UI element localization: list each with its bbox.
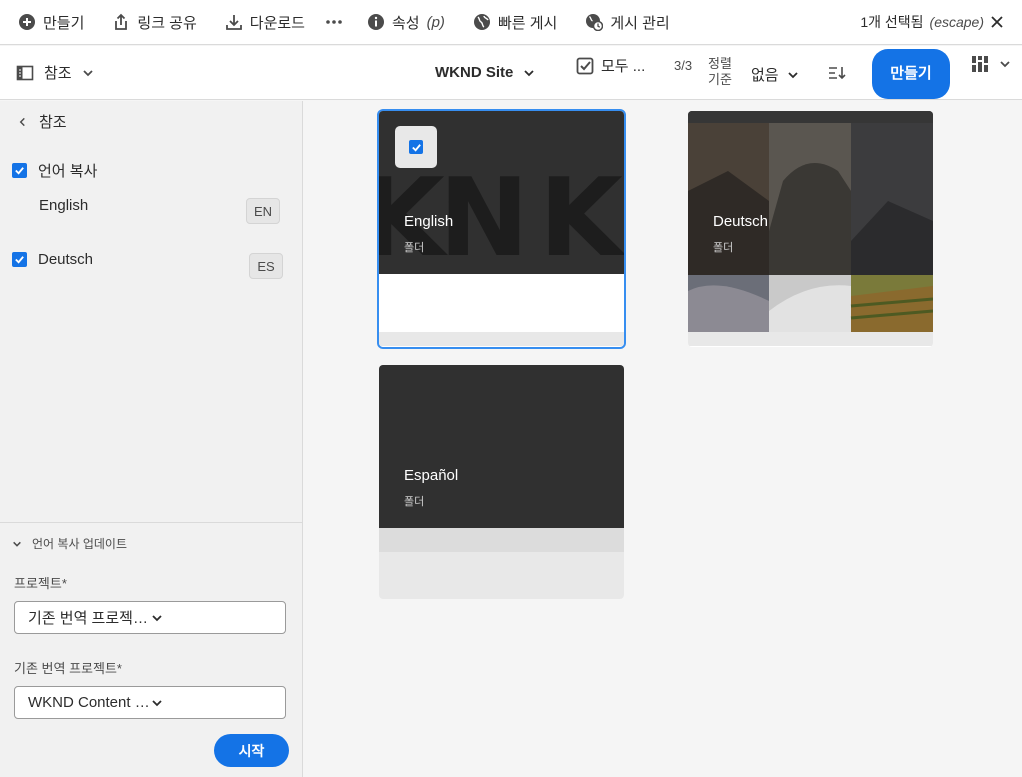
existing-project-select-value: WKND Content Fragment Tran... [28, 694, 151, 711]
create-action[interactable]: 만들기 [0, 0, 84, 45]
more-actions-button[interactable] [305, 0, 343, 45]
create-button[interactable]: 만들기 [872, 49, 950, 99]
sort-direction-icon [828, 65, 846, 81]
globe-clock-icon [585, 13, 604, 31]
card-thumbnail: Deutsch 폴더 [688, 111, 933, 332]
update-language-copies-panel: 언어 복사 업데이트 프로젝트* 기존 번역 프로젝트에 추가 기존 번역 프로… [0, 522, 302, 777]
card-thumbnail: KN KN English 폴더 [379, 111, 624, 274]
update-section-label: 언어 복사 업데이트 [32, 537, 127, 551]
language-code-badge: ES [249, 253, 283, 279]
item-count: 3/3 [674, 58, 693, 73]
manage-publication-action[interactable]: 게시 관리 [557, 0, 670, 45]
language-english[interactable]: English [39, 197, 88, 214]
chevron-down-icon [82, 67, 94, 79]
globe-icon [473, 13, 491, 31]
chevron-down-icon [151, 697, 274, 709]
card-footer-strip [379, 332, 624, 346]
selection-info: 1개 선택됨 (escape) [860, 12, 1022, 32]
share-link-label: 링크 공유 [137, 14, 197, 32]
card-type: 폴더 [404, 496, 425, 508]
select-all-label: 모두 ... [601, 58, 646, 75]
existing-project-field-label: 기존 번역 프로젝트* [14, 661, 122, 676]
rail-panel-icon [16, 64, 34, 82]
chevron-down-icon [151, 612, 274, 624]
card-type: 폴더 [713, 242, 734, 254]
manage-publication-label: 게시 관리 [610, 14, 670, 32]
language-deutsch-row: Deutsch [12, 251, 93, 268]
project-select-value: 기존 번역 프로젝트에 추가 [28, 610, 151, 627]
create-action-label: 만들기 [43, 14, 85, 32]
rail-back-label: 참조 [39, 114, 67, 131]
selection-count: 1개 선택됨 [860, 14, 924, 30]
card-title: Español [404, 467, 459, 484]
card-footer [379, 274, 624, 332]
card-grid: KN KN English 폴더 [304, 101, 1022, 777]
card-thumbnail: Español 폴더 [379, 365, 624, 528]
download-action[interactable]: 다운로드 [197, 0, 305, 45]
card-checkbox-check [409, 140, 423, 154]
info-icon [367, 13, 385, 31]
update-section-toggle[interactable]: 언어 복사 업데이트 [12, 535, 127, 552]
folder-card-espanol[interactable]: Español 폴더 [379, 365, 624, 599]
more-icon [325, 13, 343, 31]
sort-label: 정렬 기준 [708, 56, 732, 87]
language-deutsch-checkbox[interactable] [12, 252, 27, 267]
start-button[interactable]: 시작 [214, 734, 289, 767]
card-footer-strip [379, 528, 624, 552]
chevron-down-icon [787, 69, 799, 81]
chevron-left-icon [18, 116, 27, 128]
chevron-down-icon [999, 58, 1011, 70]
download-label: 다운로드 [249, 14, 305, 32]
select-all-icon [576, 57, 594, 75]
card-footer-strip [688, 332, 933, 346]
card-select-checkbox[interactable] [395, 126, 437, 168]
card-type: 폴더 [404, 242, 425, 254]
quick-publish-action[interactable]: 빠른 게시 [445, 0, 557, 45]
content-toolbar: 참조 WKND Site 모두 ... 3/3 정렬 기준 없음 만들기 [0, 46, 1022, 100]
add-circle-icon [18, 13, 36, 31]
site-selector[interactable]: WKND Site [435, 64, 535, 81]
action-bar: 만들기 링크 공유 다운로드 속성 (p) 빠른 게시 게시 관리 1개 선택됨… [0, 0, 1022, 45]
quick-publish-label: 빠른 게시 [497, 14, 558, 32]
close-selection-icon[interactable] [990, 15, 1004, 29]
language-deutsch-label: Deutsch [38, 251, 94, 268]
rail-toggle-button[interactable]: 참조 [16, 62, 94, 83]
share-link-action[interactable]: 링크 공유 [84, 0, 197, 45]
properties-shortcut: (p) [426, 13, 445, 31]
share-icon [112, 13, 130, 31]
project-select[interactable]: 기존 번역 프로젝트에 추가 [14, 601, 286, 634]
existing-project-select[interactable]: WKND Content Fragment Tran... [14, 686, 286, 719]
rail-back-button[interactable]: 참조 [18, 111, 67, 132]
selection-hint: (escape) [929, 14, 984, 30]
language-code-badge: EN [246, 198, 280, 224]
references-rail: 참조 언어 복사 English EN Deutsch ES 언어 복사 업데이… [0, 101, 303, 777]
chevron-down-icon [12, 539, 22, 549]
download-icon [225, 13, 243, 31]
chevron-down-icon [523, 67, 535, 79]
card-title: English [404, 213, 454, 230]
view-switcher[interactable] [971, 55, 1011, 73]
language-copies-checkbox[interactable] [12, 163, 27, 178]
sort-direction-button[interactable] [828, 65, 846, 81]
view-grid-icon [971, 55, 989, 73]
folder-card-deutsch[interactable]: Deutsch 폴더 [688, 111, 933, 347]
folder-card-english[interactable]: KN KN English 폴더 [377, 109, 626, 349]
properties-action[interactable]: 속성 (p) [343, 0, 445, 45]
properties-label: 속성 [391, 14, 420, 32]
select-all-button[interactable]: 모두 ... [576, 55, 645, 76]
rail-toggle-label: 참조 [44, 65, 72, 82]
card-title: Deutsch [713, 213, 769, 230]
sort-selector[interactable]: 없음 [751, 64, 799, 85]
site-name: WKND Site [435, 64, 514, 81]
language-copies-row: 언어 복사 [12, 160, 97, 181]
project-field-label: 프로젝트* [14, 576, 67, 591]
sort-value: 없음 [751, 67, 779, 84]
language-copies-label: 언어 복사 [38, 163, 98, 180]
wknd-logo-graphic: KN [539, 156, 624, 274]
